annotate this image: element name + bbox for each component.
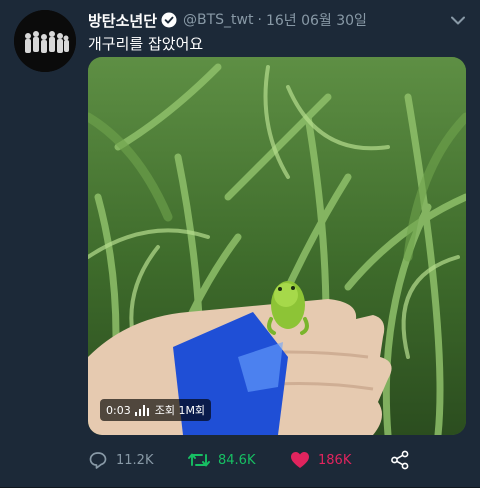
retweet-count: 84.6K <box>218 452 256 468</box>
tweet-actions: 11.2K 84.6K 186K <box>88 448 418 472</box>
sound-bars-icon <box>134 404 149 416</box>
video-player[interactable] <box>88 57 466 435</box>
tweet-header: 방탄소년단 @BTS_twt · 16년 06월 30일 <box>88 9 450 31</box>
like-button[interactable]: 186K <box>290 448 351 472</box>
chevron-down-icon[interactable] <box>450 12 466 28</box>
retweet-button[interactable]: 84.6K <box>188 448 255 472</box>
verified-icon <box>161 12 177 28</box>
video-thumbnail <box>88 57 466 435</box>
avatar[interactable] <box>14 10 76 72</box>
heart-icon <box>290 451 310 469</box>
retweet-icon <box>188 450 210 470</box>
like-count: 186K <box>318 452 352 468</box>
display-name[interactable]: 방탄소년단 <box>88 10 157 31</box>
reply-button[interactable]: 11.2K <box>88 448 153 472</box>
reply-icon <box>88 450 108 470</box>
separator-dot: · <box>257 12 262 28</box>
share-button[interactable] <box>390 448 418 472</box>
video-duration: 0:03 <box>106 403 131 417</box>
handle[interactable]: @BTS_twt <box>183 12 253 28</box>
video-info-badge: 0:03 조회 1M회 <box>100 399 212 421</box>
tweet-text: 개구리를 잡았어요 <box>88 35 204 53</box>
video-views: 조회 1M회 <box>154 404 206 417</box>
share-icon <box>390 450 410 470</box>
reply-count: 11.2K <box>116 452 154 468</box>
tweet-date[interactable]: 16년 06월 30일 <box>266 10 367 30</box>
